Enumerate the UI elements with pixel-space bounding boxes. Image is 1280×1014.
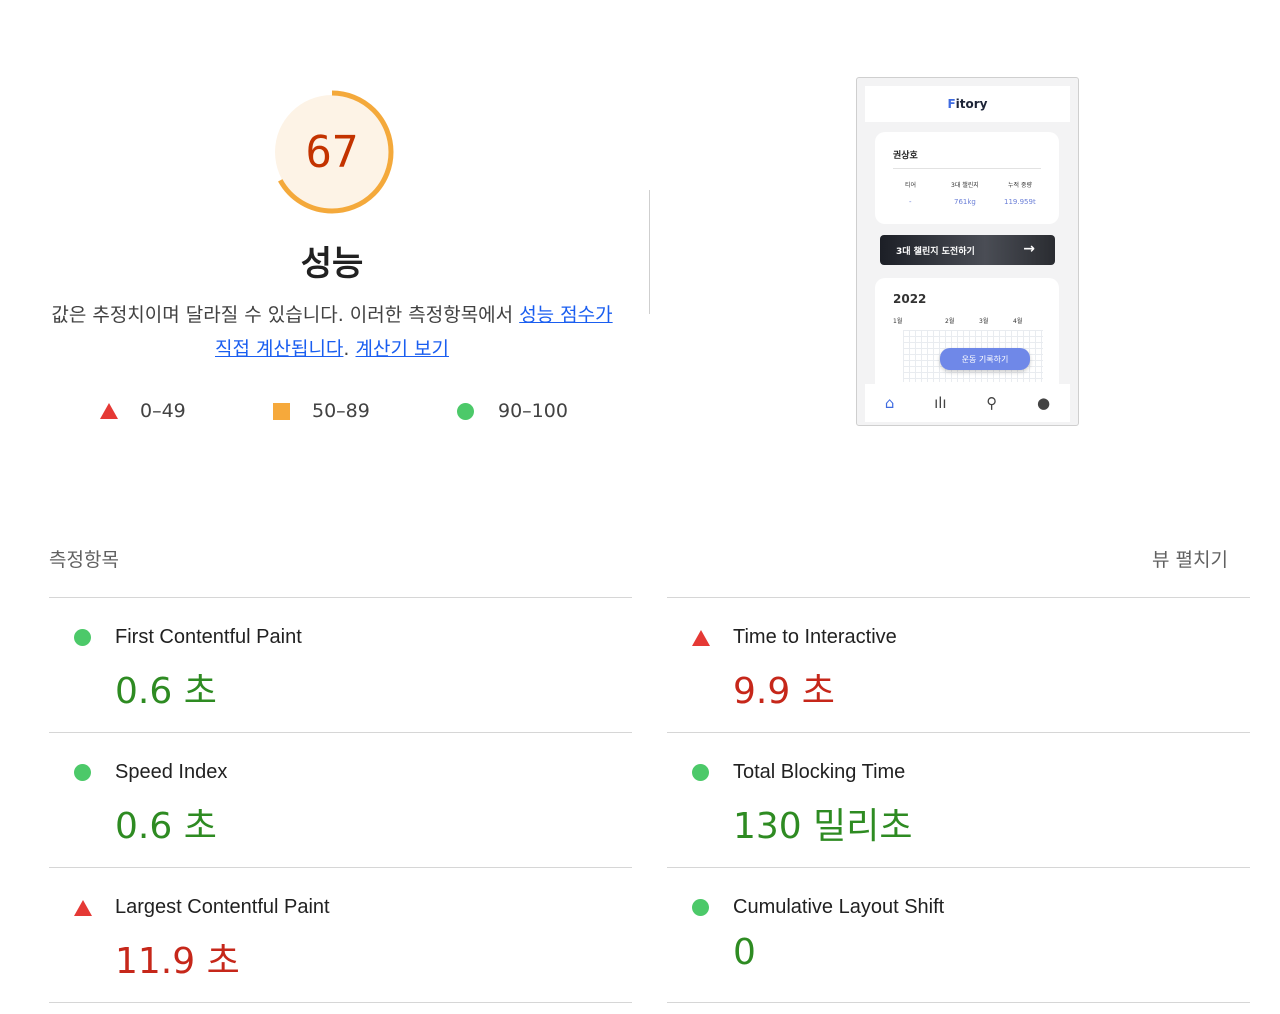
metric-cumulative-layout-shift: Cumulative Layout Shift 0 [667,867,1250,1003]
legend-item-average: 50–89 [273,396,370,426]
metric-name: Speed Index [115,761,228,783]
description-separator: . [343,338,356,360]
expand-view-toggle[interactable]: 뷰 펼치기 [1152,545,1228,572]
pass-icon [74,764,91,781]
performance-score-gauge: 67 [268,88,396,216]
app-header: Fitory [865,86,1070,122]
category-title: 성능 [300,244,364,284]
search-icon: ⚲ [986,394,998,412]
calendar-month: 3월 [979,318,989,325]
metric-name: Total Blocking Time [733,761,906,783]
legend-item-fail: 0–49 [100,396,186,426]
page-screenshot-thumbnail[interactable]: Fitory 권상호 티어 3대 챌린지 누적 중량 - 761kg 119.9… [856,77,1079,426]
app-logo-accent: F [947,97,956,111]
metric-name: Time to Interactive [733,626,897,648]
legend-item-pass: 90–100 [457,396,568,426]
circle-icon [457,402,474,420]
metrics-column-left: First Contentful Paint 0.6 초 Speed Index… [49,597,632,1003]
calendar-month: 4월 [1013,318,1023,325]
bottom-nav: ⌂ ılı ⚲ ● [865,384,1070,422]
stat-label: 누적 중량 [1008,182,1032,189]
square-icon [273,402,290,420]
fail-icon [74,900,92,916]
calendar-month: 1월 [893,318,903,325]
stat-value: - [909,198,912,206]
pass-icon [74,629,91,646]
pass-icon [692,764,709,781]
user-name: 권상호 [893,151,918,161]
profile-card: 권상호 티어 3대 챌린지 누적 중량 - 761kg 119.959t [875,132,1059,224]
metric-name: First Contentful Paint [115,626,302,648]
metric-value: 11.9 초 [115,941,240,982]
metric-total-blocking-time: Total Blocking Time 130 밀리초 [667,732,1250,867]
metric-value: 9.9 초 [733,671,835,712]
stat-value: 119.959t [1004,198,1036,206]
stat-value: 761kg [954,198,976,206]
chart-icon: ılı [934,394,947,412]
calendar-month: 2월 [945,318,955,325]
metric-value: 130 밀리초 [733,806,913,847]
user-icon: ● [1037,394,1051,412]
description-text: 값은 추정치이며 달라질 수 있습니다. 이러한 측정항목에서 [51,304,520,326]
stat-label: 3대 챌린지 [951,182,979,189]
legend-label: 90–100 [498,400,568,422]
metric-name: Largest Contentful Paint [115,896,330,918]
vertical-divider [649,190,650,314]
metrics-title: 측정항목 [49,549,119,571]
metric-speed-index: Speed Index 0.6 초 [49,732,632,867]
metrics-column-right: Time to Interactive 9.9 초 Total Blocking… [667,597,1250,1003]
challenge-banner: 3대 챌린지 도전하기 → [880,235,1055,265]
pass-icon [692,899,709,916]
calculator-link[interactable]: 계산기 보기 [356,338,449,360]
metric-value: 0.6 초 [115,671,217,712]
banner-text: 3대 챌린지 도전하기 [896,246,975,257]
legend-label: 50–89 [312,400,370,422]
legend-label: 0–49 [140,400,186,422]
card-divider [893,168,1041,169]
home-icon: ⌂ [884,394,895,412]
metric-value: 0 [733,932,756,973]
metric-name: Cumulative Layout Shift [733,896,945,918]
calendar-year: 2022 [893,292,927,306]
score-value: 67 [305,126,359,178]
stat-label: 티어 [905,182,917,189]
triangle-icon [100,403,118,419]
metric-first-contentful-paint: First Contentful Paint 0.6 초 [49,597,632,732]
record-workout-button: 운동 기록하기 [940,348,1030,370]
arrow-right-icon: → [1023,241,1035,257]
score-description: 값은 추정치이며 달라질 수 있습니다. 이러한 측정항목에서 성능 점수가 직… [50,298,614,366]
metric-time-to-interactive: Time to Interactive 9.9 초 [667,597,1250,732]
metric-largest-contentful-paint: Largest Contentful Paint 11.9 초 [49,867,632,1003]
fail-icon [692,630,710,646]
app-logo-text: itory [955,97,988,111]
score-legend: 0–49 50–89 90–100 [0,396,660,426]
metric-value: 0.6 초 [115,806,217,847]
